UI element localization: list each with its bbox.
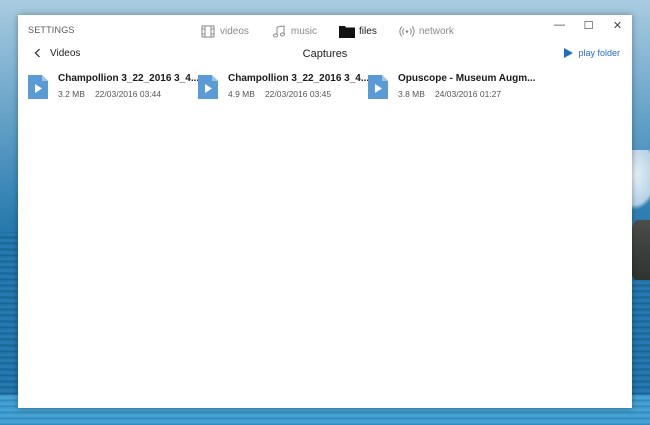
- settings-button[interactable]: SETTINGS: [28, 25, 75, 35]
- video-file-icon: [28, 75, 48, 99]
- window-controls: — ☐ ✕: [545, 15, 632, 35]
- file-size: 4.9 MB: [228, 89, 255, 99]
- folder-title: Captures: [302, 48, 348, 60]
- file-item[interactable]: Champollion 3_22_2016 3_4... 3.2 MB 22/03…: [28, 71, 200, 105]
- file-size: 3.2 MB: [58, 89, 85, 99]
- minimize-button[interactable]: —: [545, 15, 574, 35]
- tab-videos[interactable]: videos: [200, 24, 249, 38]
- tab-network-label: network: [418, 25, 454, 37]
- music-note-icon: [271, 24, 287, 38]
- tab-files[interactable]: files: [339, 24, 377, 38]
- play-folder-button[interactable]: play folder: [564, 48, 620, 58]
- tab-files-label: files: [359, 25, 377, 37]
- file-item[interactable]: Champollion 3_22_2016 3_4... 4.9 MB 22/03…: [198, 71, 370, 105]
- background-rock: [630, 220, 650, 280]
- video-file-icon: [198, 75, 218, 99]
- file-name: Opuscope - Museum Augm...: [398, 73, 536, 84]
- tab-videos-label: videos: [220, 25, 249, 37]
- tab-music-label: music: [290, 25, 318, 37]
- folder-icon: [339, 24, 356, 38]
- file-grid: Champollion 3_22_2016 3_4... 3.2 MB 22/03…: [28, 71, 538, 105]
- file-name: Champollion 3_22_2016 3_4...: [228, 73, 370, 84]
- play-icon: [564, 48, 574, 58]
- file-item[interactable]: Opuscope - Museum Augm... 3.8 MB 24/03/20…: [368, 71, 538, 105]
- tab-network[interactable]: network: [399, 24, 454, 38]
- title-bar: SETTINGS videos music files network — ☐ …: [18, 15, 632, 45]
- app-window: SETTINGS videos music files network — ☐ …: [18, 15, 632, 408]
- file-date: 22/03/2016 03:45: [264, 89, 332, 99]
- file-size: 3.8 MB: [398, 89, 425, 99]
- nav-tabs: videos music files network: [200, 21, 476, 41]
- sub-header: Videos Captures play folder: [18, 45, 632, 65]
- tab-music[interactable]: music: [271, 24, 317, 38]
- file-date: 24/03/2016 01:27: [434, 89, 502, 99]
- file-name: Champollion 3_22_2016 3_4...: [58, 73, 200, 84]
- close-button[interactable]: ✕: [603, 15, 632, 35]
- network-icon: [399, 24, 415, 38]
- maximize-button[interactable]: ☐: [574, 15, 603, 35]
- play-folder-label: play folder: [578, 48, 620, 58]
- video-file-icon: [368, 75, 388, 99]
- film-icon: [200, 24, 216, 38]
- file-date: 22/03/2016 03:44: [94, 89, 162, 99]
